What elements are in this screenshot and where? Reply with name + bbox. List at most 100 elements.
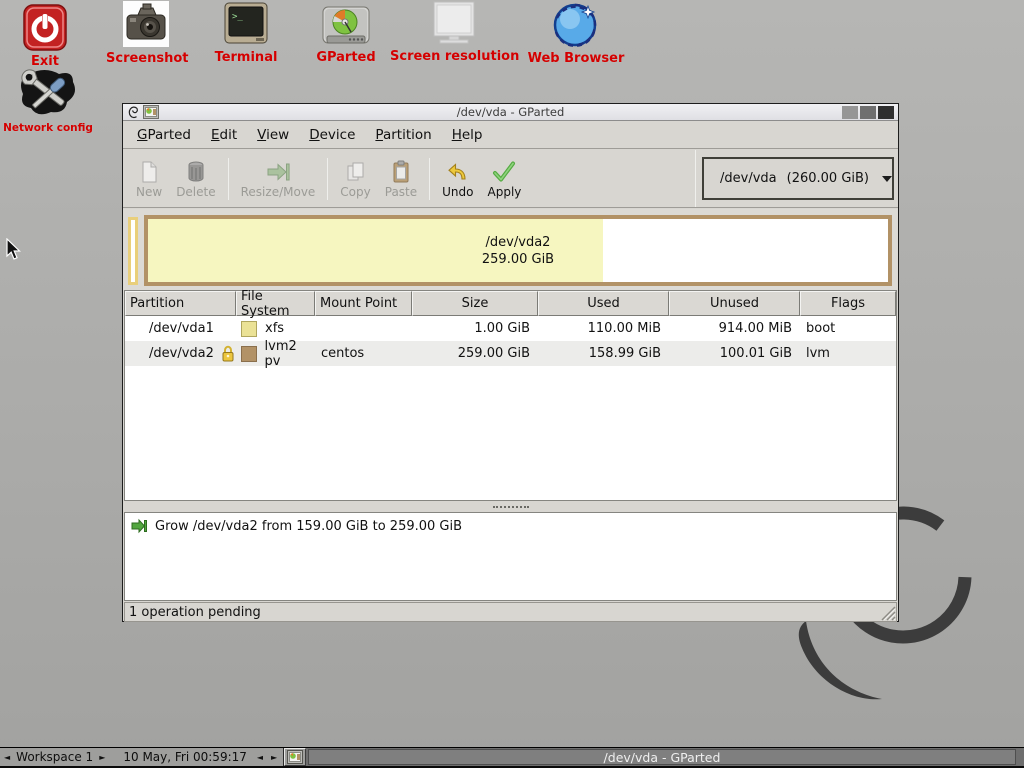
cell-used: 158.99 GiB: [589, 346, 661, 361]
toolbar-separator: [327, 158, 328, 200]
partition-graphic-vda2[interactable]: /dev/vda2 259.00 GiB: [144, 215, 892, 286]
device-name: /dev/vda: [720, 171, 777, 186]
toolbar-separator: [228, 158, 229, 200]
desktop-icon-label: Exit: [14, 54, 76, 69]
window-titlebar[interactable]: /dev/vda - GParted: [123, 104, 898, 121]
cell-filesystem: xfs: [265, 321, 284, 336]
delete-button: Delete: [169, 153, 222, 205]
desktop-icon-screenshot[interactable]: Screenshot: [106, 1, 186, 66]
power-icon: [14, 4, 76, 52]
undo-button[interactable]: Undo: [435, 153, 480, 205]
delete-partition-icon: [184, 159, 208, 185]
mouse-cursor: [6, 238, 22, 262]
monitor-icon: [390, 1, 518, 47]
column-header-mountpoint[interactable]: Mount Point: [315, 291, 412, 316]
operation-text: Grow /dev/vda2 from 159.00 GiB to 259.00…: [155, 519, 462, 534]
apply-check-icon: [491, 159, 517, 185]
maximize-button[interactable]: [860, 106, 876, 119]
filesystem-color-swatch: [241, 321, 257, 337]
desktop-icon-network-config[interactable]: Network config: [2, 68, 94, 134]
desktop-icon-label: Network config: [2, 122, 94, 134]
desktop-icon-label: Screenshot: [106, 51, 186, 66]
menu-view[interactable]: View: [247, 123, 299, 147]
filesystem-color-swatch: [241, 346, 257, 362]
partition-size: 259.00 GiB: [482, 251, 554, 268]
resize-move-icon: [265, 159, 291, 185]
resize-move-button: Resize/Move: [234, 153, 323, 205]
window-title: /dev/vda - GParted: [123, 105, 898, 119]
gparted-disk-icon: [312, 6, 380, 48]
splitter-handle: [493, 506, 529, 508]
svg-text:>_: >_: [232, 12, 243, 22]
toolbar-label: New: [136, 185, 162, 199]
cell-unused: 914.00 MiB: [719, 321, 792, 336]
menu-help[interactable]: Help: [442, 123, 493, 147]
partition-graphic-vda1[interactable]: [128, 217, 138, 285]
column-header-size[interactable]: Size: [412, 291, 538, 316]
menu-edit[interactable]: Edit: [201, 123, 247, 147]
grow-arrow-icon: [131, 518, 147, 534]
tools-icon: [2, 68, 94, 120]
desktop-icon-terminal[interactable]: >_ Terminal: [212, 2, 280, 65]
copy-button: Copy: [333, 153, 377, 205]
device-selector[interactable]: /dev/vda (260.00 GiB): [702, 157, 894, 200]
toolbar: New Delete: [123, 150, 898, 208]
minimize-button[interactable]: [842, 106, 858, 119]
window-app-icon: [143, 105, 159, 119]
cell-used: 110.00 MiB: [588, 321, 661, 336]
desktop: Exit Screenshot >_: [0, 0, 1024, 768]
desktop-icon-gparted[interactable]: GParted: [312, 6, 380, 65]
tasklist-next-icon[interactable]: ►: [267, 753, 281, 762]
tasklist-prev-icon[interactable]: ◄: [253, 753, 267, 762]
column-header-flags[interactable]: Flags: [800, 291, 896, 316]
desktop-icon-screen-resolution[interactable]: Screen resolution: [390, 1, 518, 64]
workspace-next-icon[interactable]: ►: [95, 753, 109, 762]
desktop-icon-exit[interactable]: Exit: [14, 4, 76, 69]
partition-graphic-area: /dev/vda2 259.00 GiB: [123, 209, 898, 290]
paste-button: Paste: [378, 153, 424, 205]
statusbar: 1 operation pending: [124, 602, 897, 622]
menu-partition[interactable]: Partition: [365, 123, 441, 147]
table-row-vda1[interactable]: /dev/vda1 xfs 1.00 GiB 110.00 MiB 914.00…: [125, 316, 896, 341]
close-button[interactable]: [878, 106, 894, 119]
menu-device[interactable]: Device: [299, 123, 365, 147]
cell-mountpoint: centos: [321, 346, 364, 361]
operations-pane: Grow /dev/vda2 from 159.00 GiB to 259.00…: [124, 512, 897, 601]
partition-table: Partition File System Mount Point Size U…: [124, 290, 897, 501]
cell-partition: /dev/vda1: [149, 321, 214, 336]
workspace-prev-icon[interactable]: ◄: [0, 753, 14, 762]
column-header-used[interactable]: Used: [538, 291, 669, 316]
toolbar-label: Apply: [488, 185, 522, 199]
task-title: /dev/vda - GParted: [604, 750, 721, 765]
column-header-partition[interactable]: Partition: [125, 291, 236, 316]
globe-icon: [524, 1, 628, 49]
table-row-vda2[interactable]: /dev/vda2 lvm2 pv centos 259.00 GiB 158.…: [125, 341, 896, 366]
desktop-icon-label: Web Browser: [524, 51, 628, 66]
cell-filesystem: lvm2 pv: [265, 339, 315, 369]
workspace-label: Workspace 1: [14, 750, 95, 764]
cell-size: 259.00 GiB: [458, 346, 530, 361]
apply-button[interactable]: Apply: [481, 153, 529, 205]
column-header-filesystem[interactable]: File System: [236, 291, 315, 316]
cell-unused: 100.01 GiB: [720, 346, 792, 361]
gparted-task-icon: [287, 750, 303, 764]
undo-icon: [446, 159, 470, 185]
column-header-unused[interactable]: Unused: [669, 291, 800, 316]
desktop-icon-label: Screen resolution: [390, 49, 518, 64]
window-menu-swirl-icon[interactable]: [127, 105, 139, 119]
task-icon-button[interactable]: [284, 748, 306, 766]
pane-splitter[interactable]: [123, 501, 898, 512]
cell-flags: boot: [806, 321, 835, 336]
table-header-row: Partition File System Mount Point Size U…: [125, 291, 896, 316]
cell-size: 1.00 GiB: [474, 321, 530, 336]
resize-grip[interactable]: [878, 603, 896, 621]
gparted-window: /dev/vda - GParted GParted Edit View Dev…: [122, 103, 899, 622]
partition-name: /dev/vda2: [486, 234, 551, 251]
desktop-icon-web-browser[interactable]: Web Browser: [524, 1, 628, 66]
taskbar-window-button[interactable]: /dev/vda - GParted: [308, 749, 1016, 765]
new-partition-icon: [137, 159, 161, 185]
workspace-pager: ◄ Workspace 1 ► 10 May, Fri 00:59:17 ◄ ►: [0, 748, 284, 766]
desktop-icon-label: GParted: [312, 50, 380, 65]
lock-icon: [221, 345, 235, 362]
menu-gparted[interactable]: GParted: [127, 123, 201, 147]
